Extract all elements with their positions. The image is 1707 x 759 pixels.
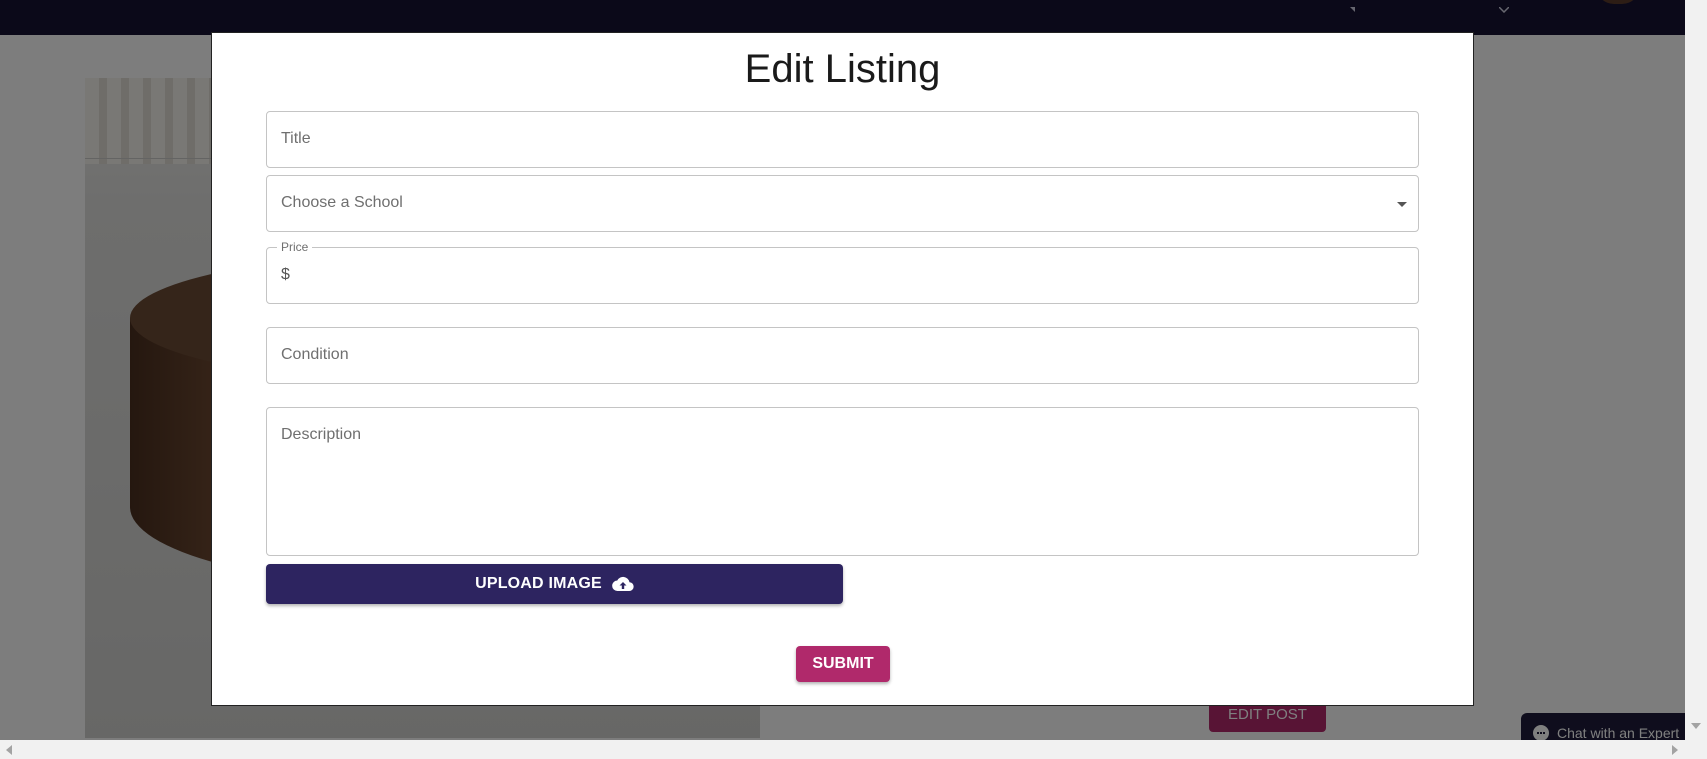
description-placeholder: Description xyxy=(281,426,362,443)
scroll-down-arrow-icon[interactable] xyxy=(1691,723,1701,729)
description-textarea[interactable]: Description xyxy=(266,407,1419,556)
scroll-right-arrow-icon[interactable] xyxy=(1672,745,1678,755)
vertical-scrollbar[interactable] xyxy=(1685,0,1707,740)
cloud-upload-icon xyxy=(612,576,634,592)
condition-placeholder: Condition xyxy=(281,346,349,363)
condition-input[interactable]: Condition xyxy=(266,327,1419,384)
dropdown-arrow-icon[interactable] xyxy=(1397,202,1407,207)
price-label: Price xyxy=(277,240,313,254)
scroll-left-arrow-icon[interactable] xyxy=(6,745,12,755)
price-currency-prefix: $ xyxy=(281,266,290,283)
upload-image-label: UPLOAD IMAGE xyxy=(475,575,602,592)
title-placeholder: Title xyxy=(281,130,311,147)
modal-title: Edit Listing xyxy=(744,47,941,91)
submit-button[interactable]: SUBMIT xyxy=(796,646,890,682)
school-placeholder: Choose a School xyxy=(281,194,403,211)
edit-listing-modal: Edit Listing Title Choose a School Price… xyxy=(211,32,1474,706)
title-input[interactable]: Title xyxy=(266,111,1419,168)
upload-image-button[interactable]: UPLOAD IMAGE xyxy=(266,564,843,604)
horizontal-scrollbar[interactable] xyxy=(0,740,1707,759)
school-select[interactable]: Choose a School xyxy=(266,175,1419,232)
price-input[interactable]: Price $ xyxy=(266,240,1419,304)
